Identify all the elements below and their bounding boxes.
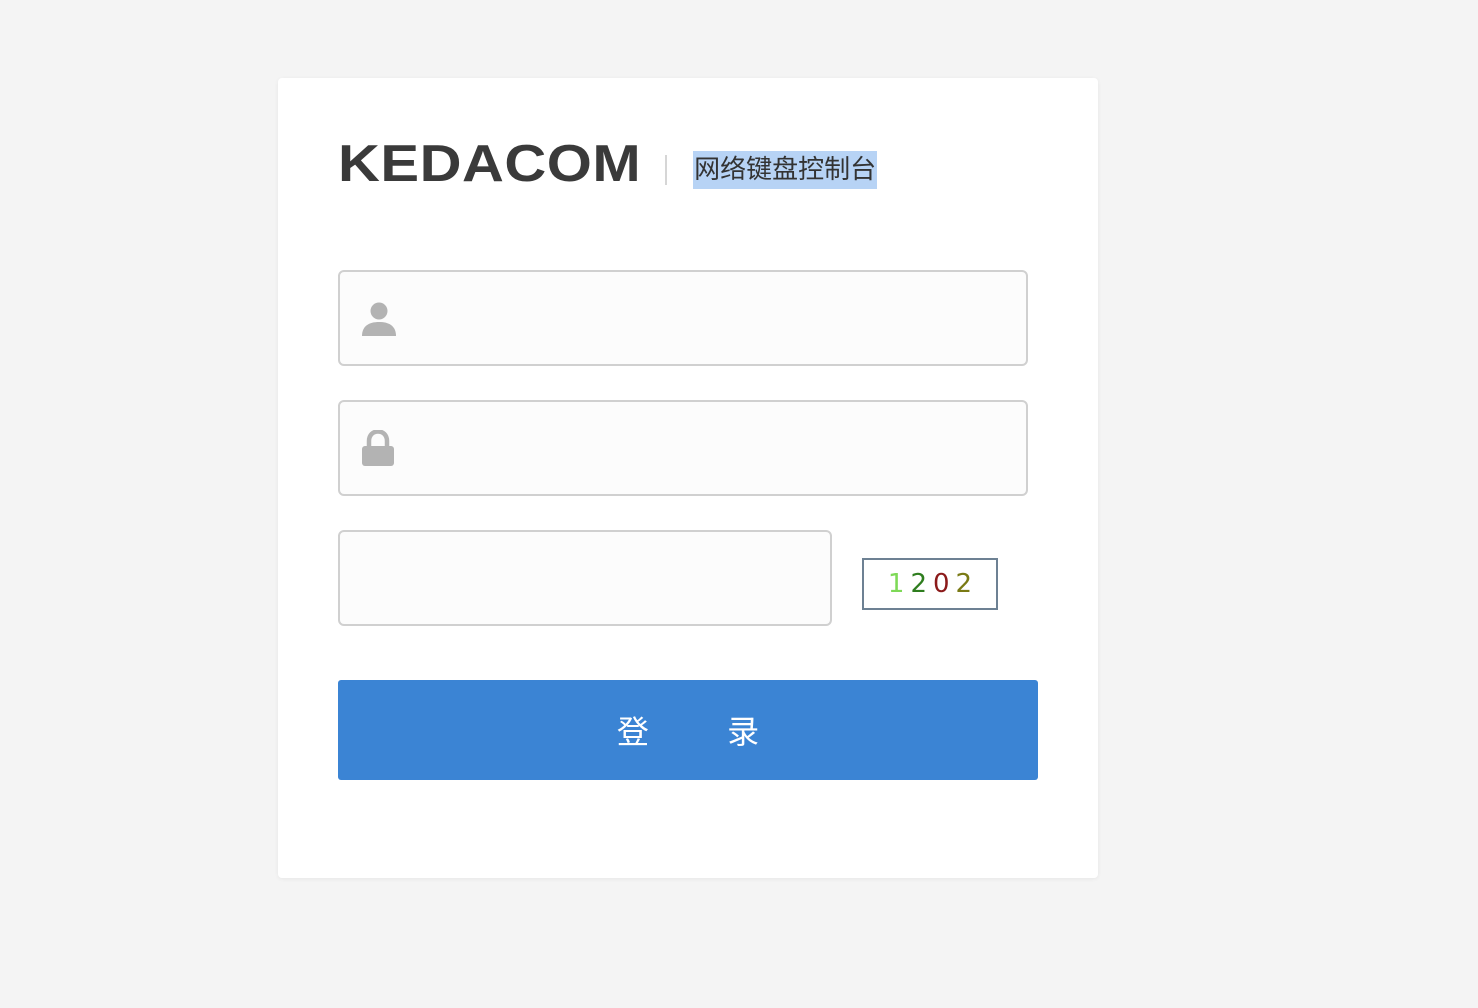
captcha-image[interactable]: 1 2 0 2: [862, 558, 998, 610]
captcha-digit: 1: [887, 569, 905, 599]
password-input[interactable]: [410, 402, 1014, 496]
page-title: 网络键盘控制台: [693, 151, 878, 189]
kedacom-logo: KEDACOM: [338, 134, 642, 193]
login-button-label: 登 录: [616, 713, 794, 751]
captcha-digit: 2: [955, 569, 973, 599]
captcha-input[interactable]: [360, 532, 814, 626]
login-button[interactable]: 登 录: [338, 680, 1038, 780]
captcha-digit: 2: [910, 569, 927, 599]
captcha-digit: 0: [933, 569, 950, 599]
username-input[interactable]: [410, 272, 1014, 366]
captcha-field[interactable]: [338, 530, 832, 626]
lock-icon: [360, 429, 398, 468]
password-field[interactable]: [338, 400, 1028, 496]
login-card: KEDACOM 网络键盘控制台 1 2 0 2 登 录: [278, 78, 1098, 878]
brand-header: KEDACOM 网络键盘控制台: [338, 134, 878, 193]
username-field[interactable]: [338, 270, 1028, 366]
brand-divider: [665, 155, 668, 185]
user-icon: [360, 300, 398, 338]
